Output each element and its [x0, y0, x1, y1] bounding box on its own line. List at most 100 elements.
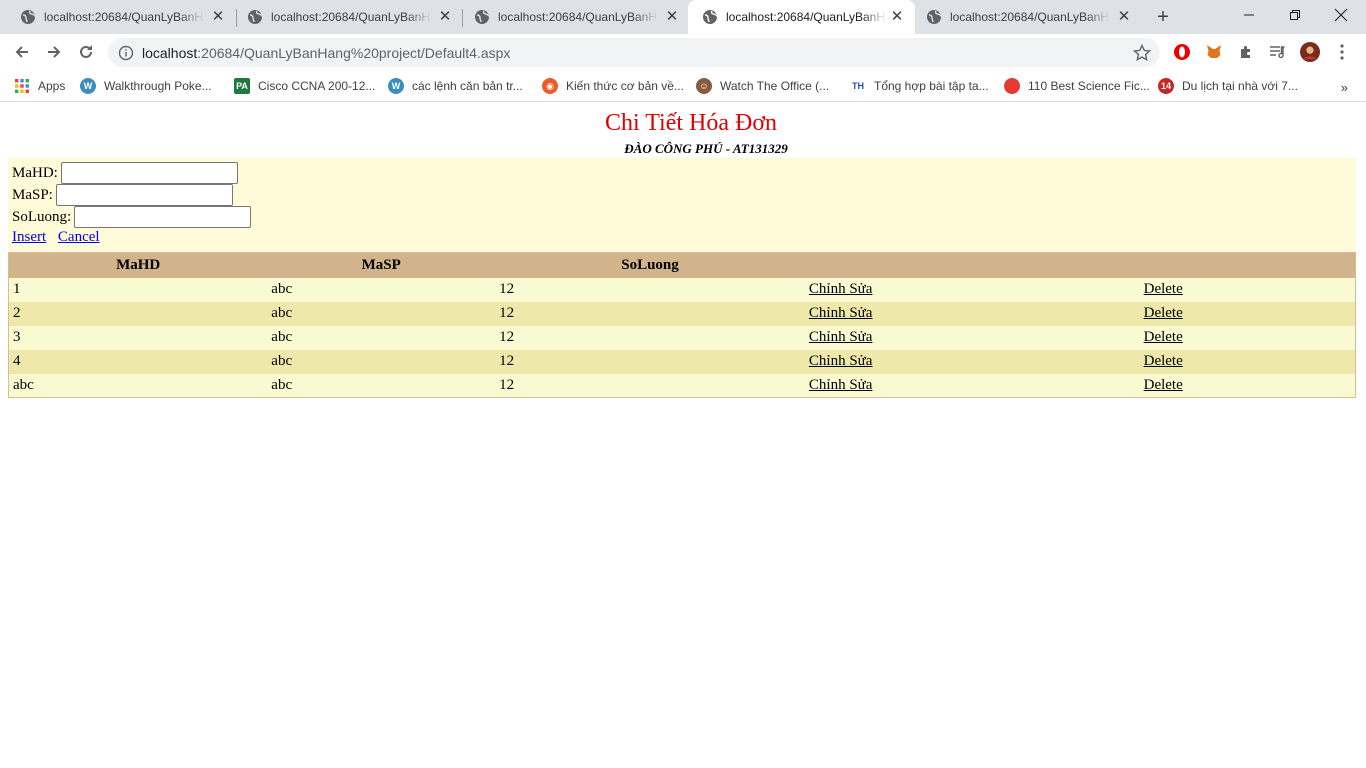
table-row: abc abc 12 Chỉnh Sửa Delete [8, 373, 1356, 398]
close-tab-icon[interactable]: ✕ [437, 9, 453, 25]
profile-avatar-icon[interactable] [1300, 42, 1320, 62]
browser-tab[interactable]: localhost:20684/QuanLyBanHang%20project/… [454, 0, 690, 34]
cell-delete: Delete [1139, 301, 1356, 326]
edit-link[interactable]: Chỉnh Sửa [809, 377, 873, 393]
media-queue-icon[interactable] [1268, 42, 1288, 62]
badge-14-icon: 14 [1158, 78, 1174, 94]
bookmark-item[interactable]: ☺ Watch The Office (... [696, 76, 829, 96]
cell-delete: Delete [1139, 349, 1356, 374]
delete-link[interactable]: Delete [1144, 353, 1183, 369]
edit-link[interactable]: Chỉnh Sửa [809, 281, 873, 297]
tomato-icon [1004, 78, 1020, 94]
avatar-icon: ☺ [696, 78, 712, 94]
metamask-fox-icon[interactable] [1204, 42, 1224, 62]
bookmark-apps[interactable]: Apps [14, 76, 65, 96]
opera-extension-icon[interactable] [1172, 42, 1192, 62]
restore-button[interactable] [1272, 0, 1318, 30]
arrow-right-icon [48, 46, 61, 58]
pa-logo-icon: PA [234, 78, 250, 94]
minimize-button[interactable] [1226, 0, 1272, 30]
close-window-button[interactable] [1318, 0, 1364, 30]
bookmark-item[interactable]: ◉ Kiến thức cơ bản về... [542, 76, 684, 96]
github-icon: ◉ [542, 78, 558, 94]
cell-masp: abc [267, 325, 496, 350]
cell-mahd: 2 [8, 301, 268, 326]
delete-link[interactable]: Delete [1144, 305, 1183, 321]
bookmarks-overflow-chevron-icon[interactable]: » [1341, 80, 1348, 95]
page-title: Chi Tiết Hóa Đơn [604, 110, 778, 136]
edit-link[interactable]: Chỉnh Sửa [809, 329, 873, 345]
cell-edit: Chỉnh Sửa [804, 373, 1140, 398]
cell-mahd: 3 [8, 325, 268, 350]
bookmark-item[interactable]: TH Tổng hợp bài tập ta... [850, 76, 989, 96]
back-button[interactable] [8, 38, 36, 66]
cell-soluong: 12 [495, 325, 805, 350]
tab-title: localhost:20684/QuanLyBanHang%20project/… [271, 10, 431, 24]
cell-delete: Delete [1139, 325, 1356, 350]
address-bar[interactable]: localhost:20684/QuanLyBanHang%20project/… [108, 38, 1160, 67]
bookmark-item[interactable]: 14 Du lịch tại nhà với 7... [1158, 76, 1298, 96]
invoice-detail-grid: MaHD MaSP SoLuong 1 abc 12 Chỉnh Sửa Del… [8, 252, 1356, 398]
wordpress-icon: W [388, 78, 404, 94]
delete-link[interactable]: Delete [1144, 329, 1183, 345]
cell-soluong: 12 [495, 349, 805, 374]
mahd-input[interactable] [60, 162, 238, 184]
delete-link[interactable]: Delete [1144, 377, 1183, 393]
soluong-row: SoLuong: [12, 206, 252, 228]
browser-tab[interactable]: localhost:20684/QuanLyBanHang%20project/… [227, 0, 463, 34]
close-tab-icon[interactable]: ✕ [664, 9, 680, 25]
info-icon[interactable] [118, 45, 134, 61]
column-header-delete [1139, 252, 1356, 278]
mahd-row: MaHD: [12, 162, 238, 184]
bookmark-label: Du lịch tại nhà với 7... [1182, 79, 1298, 93]
menu-kebab-icon[interactable] [1332, 42, 1352, 62]
browser-tab-active[interactable]: localhost:20684/QuanLyBanHang%20project/… [688, 0, 915, 34]
browser-tab[interactable]: localhost:20684/QuanLyBanHang%20project/… [906, 0, 1142, 34]
bookmark-label: các lệnh căn bản tr... [412, 79, 523, 93]
close-tab-icon[interactable]: ✕ [1116, 9, 1132, 25]
cell-edit: Chỉnh Sửa [804, 301, 1140, 326]
browser-tab[interactable]: localhost:20684/QuanLyBanHang%20project/… [0, 0, 236, 34]
cell-edit: Chỉnh Sửa [804, 277, 1140, 302]
cell-delete: Delete [1139, 373, 1356, 398]
globe-icon [20, 9, 36, 25]
insert-link[interactable]: Insert [12, 229, 46, 245]
bookmark-item[interactable]: W các lệnh căn bản tr... [388, 76, 523, 96]
cell-mahd: 4 [8, 349, 268, 374]
cell-masp: abc [267, 301, 496, 326]
bookmark-label: Apps [38, 79, 66, 93]
url-text[interactable]: localhost:20684/QuanLyBanHang%20project/… [142, 45, 510, 61]
cell-edit: Chỉnh Sửa [804, 325, 1140, 350]
reload-button[interactable] [72, 38, 100, 66]
minimize-icon [1244, 14, 1254, 16]
globe-icon [926, 9, 942, 25]
soluong-input[interactable] [74, 206, 252, 228]
reload-icon [80, 45, 92, 58]
cell-mahd: 1 [8, 277, 268, 302]
masp-input[interactable] [55, 184, 233, 206]
close-tab-icon[interactable]: ✕ [889, 9, 905, 25]
bookmark-item[interactable]: 110 Best Science Fic... [1004, 76, 1150, 96]
edit-link[interactable]: Chỉnh Sửa [809, 353, 873, 369]
bookmark-label: Watch The Office (... [720, 79, 830, 93]
new-tab-button[interactable]: + [1152, 6, 1174, 28]
bookmark-item[interactable]: PA Cisco CCNA 200-12... [234, 76, 375, 96]
edit-link[interactable]: Chỉnh Sửa [809, 305, 873, 321]
th-logo-icon: TH [852, 81, 864, 91]
cancel-link[interactable]: Cancel [58, 229, 100, 245]
bookmark-item[interactable]: W Walkthrough Poke... [80, 76, 212, 96]
cell-edit: Chỉnh Sửa [804, 349, 1140, 374]
puzzle-extensions-icon[interactable] [1236, 42, 1256, 62]
close-tab-icon[interactable]: ✕ [210, 9, 226, 25]
forward-button[interactable] [40, 38, 68, 66]
globe-icon [474, 9, 490, 25]
cell-soluong: 12 [495, 373, 805, 398]
restore-icon [1290, 10, 1300, 20]
globe-icon [247, 9, 263, 25]
bookmark-star-icon[interactable] [1132, 43, 1152, 63]
form-actions: Insert Cancel [12, 229, 100, 246]
cell-masp: abc [267, 277, 496, 302]
url-path: :20684/QuanLyBanHang%20project/Default4.… [197, 45, 511, 61]
bookmark-label: Tổng hợp bài tập ta... [874, 79, 989, 93]
delete-link[interactable]: Delete [1144, 281, 1183, 297]
